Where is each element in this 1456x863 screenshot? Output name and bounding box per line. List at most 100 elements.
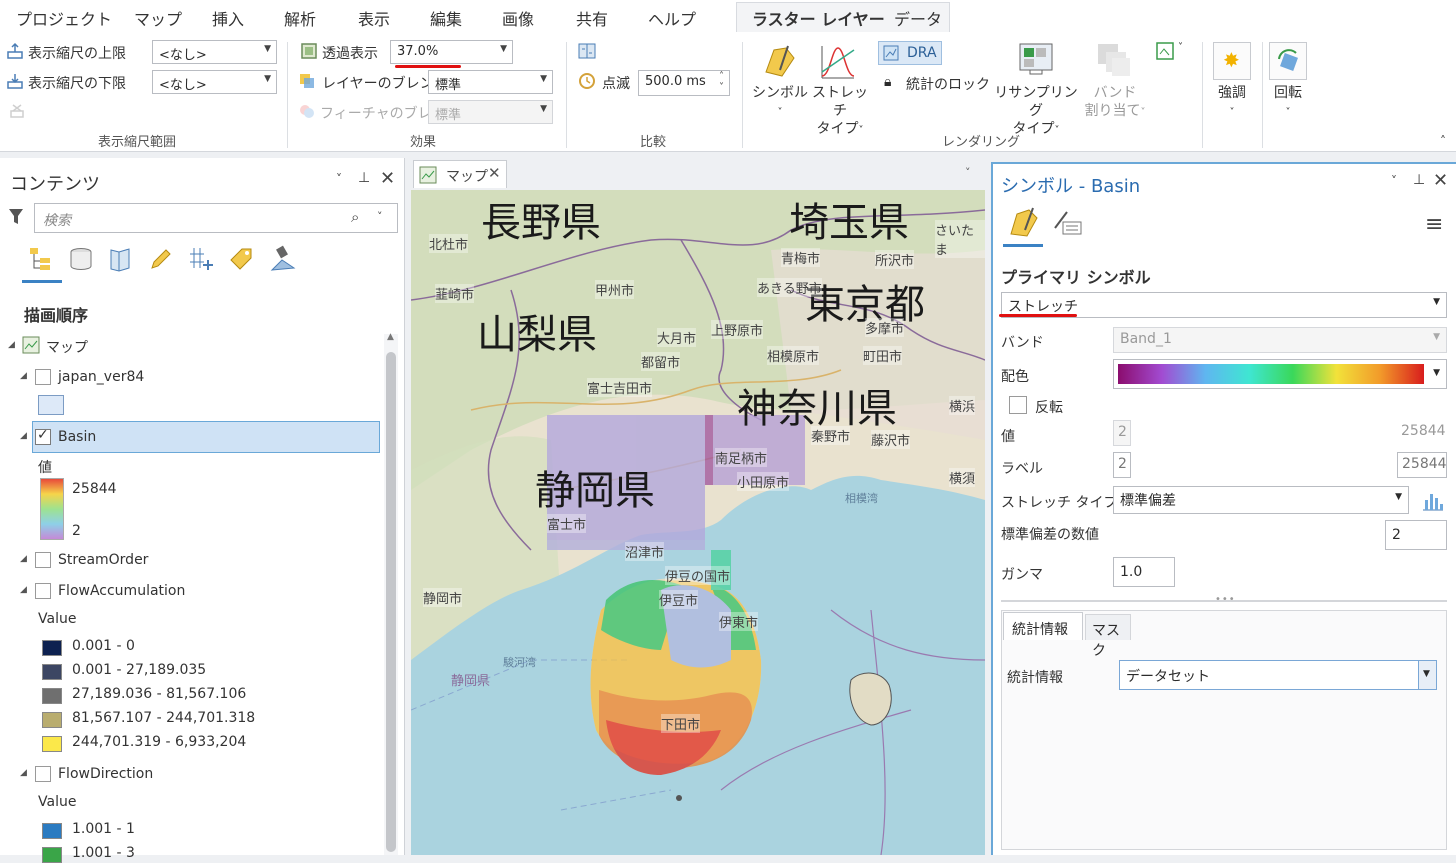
clear-scale-icon[interactable] xyxy=(8,102,26,120)
perspective-imagery-icon[interactable] xyxy=(268,244,298,274)
dropdown-button[interactable]: ▼ xyxy=(1418,661,1436,689)
primary-symbology-icon[interactable] xyxy=(1007,206,1041,238)
scale-lower-dropdown[interactable]: <なし> ▼ xyxy=(152,70,277,94)
spinner-icon[interactable]: ˄ ˅ xyxy=(719,71,724,93)
symbology-button[interactable]: シンボル ˅ xyxy=(752,84,808,122)
chevron-down-icon[interactable]: ˅ xyxy=(965,166,971,179)
flowdir-class-swatch[interactable] xyxy=(42,847,62,863)
drawing-order-icon[interactable] xyxy=(28,246,54,272)
band-dropdown[interactable]: Band_1 ▼ xyxy=(1113,327,1447,353)
flicker-interval-input[interactable]: 500.0 ms ˄ ˅ xyxy=(638,70,730,96)
editing-icon[interactable] xyxy=(148,246,174,272)
dra-button[interactable]: DRA xyxy=(878,41,942,65)
stretch-type-button[interactable]: ストレッチ タイプ˅ xyxy=(808,84,872,140)
chevron-down-icon[interactable]: ˅ xyxy=(377,210,383,223)
japan-symbol-swatch[interactable] xyxy=(38,395,64,415)
basin-color-ramp[interactable] xyxy=(40,478,64,540)
menu-imagery[interactable]: 画像 xyxy=(502,6,534,30)
collapse-icon[interactable]: ◢ xyxy=(20,768,27,778)
collapse-ribbon-icon[interactable]: ˄ xyxy=(1440,134,1446,148)
band-assign-button[interactable]: バンド 割り当て˅ xyxy=(1080,84,1150,122)
stats-lock-button[interactable]: 統計のロック xyxy=(906,74,990,94)
pane-menu-icon[interactable]: ˅ xyxy=(1391,174,1397,188)
map-node[interactable]: マップ xyxy=(46,337,88,357)
rotate-button[interactable]: 回転 ˅ xyxy=(1264,84,1312,122)
layer-flowdirection[interactable]: FlowDirection xyxy=(58,766,153,782)
gamma-input[interactable]: 1.0 xyxy=(1113,557,1175,587)
contents-search[interactable]: 検索 ⌕ ˅ xyxy=(34,203,398,233)
collapse-icon[interactable]: ◢ xyxy=(8,340,15,350)
map-tab[interactable]: マップ ✕ xyxy=(413,160,507,188)
selection-icon[interactable] xyxy=(108,246,134,272)
menu-view[interactable]: 表示 xyxy=(358,6,390,30)
menu-edit[interactable]: 編集 xyxy=(430,6,462,30)
flowacc-class-swatch[interactable] xyxy=(42,712,62,728)
menu-analysis[interactable]: 解析 xyxy=(284,6,316,30)
close-icon[interactable]: ✕ xyxy=(488,164,501,182)
label-min-field[interactable]: 2 xyxy=(1113,452,1131,478)
menu-icon[interactable]: ≡ xyxy=(1425,212,1443,237)
scrollbar-thumb[interactable] xyxy=(386,352,396,852)
flowacc-class-swatch[interactable] xyxy=(42,736,62,752)
value-min-field[interactable]: 2 xyxy=(1113,420,1131,446)
collapse-icon[interactable]: ◢ xyxy=(20,371,27,381)
flowdir-class-swatch[interactable] xyxy=(42,823,62,839)
transparency-input[interactable]: 37.0% ▼ xyxy=(390,40,513,64)
resampling-icon[interactable] xyxy=(1016,38,1056,78)
color-scheme-dropdown[interactable]: ▼ xyxy=(1113,359,1447,389)
close-icon[interactable]: ✕ xyxy=(380,168,395,189)
stretch-type-dropdown[interactable]: 標準偏差 ▼ xyxy=(1113,486,1409,514)
flowacc-class-swatch[interactable] xyxy=(42,688,62,704)
japan-visibility-checkbox[interactable] xyxy=(35,369,51,385)
scroll-up-icon[interactable]: ▲ xyxy=(387,332,394,342)
source-icon[interactable] xyxy=(68,246,94,272)
stats-dropdown[interactable]: データセット ▼ xyxy=(1119,660,1437,690)
collapse-icon[interactable]: ◢ xyxy=(20,585,27,595)
menu-map[interactable]: マップ xyxy=(134,6,182,30)
contents-scrollbar[interactable]: ▲ xyxy=(384,332,398,855)
band-assign-icon[interactable] xyxy=(1094,40,1134,80)
menu-project[interactable]: プロジェクト xyxy=(16,6,112,30)
collapse-icon[interactable]: ◢ xyxy=(20,431,27,441)
flowacc-class-swatch[interactable] xyxy=(42,664,62,680)
pin-icon[interactable]: ⊥ xyxy=(358,170,370,186)
search-icon[interactable]: ⌕ xyxy=(351,208,359,226)
splitter-grip-icon[interactable]: ••• xyxy=(1215,594,1236,605)
collapse-icon[interactable]: ◢ xyxy=(20,554,27,564)
feature-blend-dropdown[interactable]: 標準 ▼ xyxy=(428,100,553,124)
layer-flowaccumulation[interactable]: FlowAccumulation xyxy=(58,583,185,599)
invert-checkbox[interactable] xyxy=(1009,396,1027,414)
pin-icon[interactable]: ⊥ xyxy=(1413,172,1425,188)
histogram-icon[interactable] xyxy=(1421,488,1445,512)
swipe-icon[interactable] xyxy=(578,42,596,60)
stddev-input[interactable]: 2 xyxy=(1385,520,1447,550)
flicker-icon[interactable] xyxy=(578,72,596,90)
layer-streamorder[interactable]: StreamOrder xyxy=(58,552,148,568)
layer-japan[interactable]: japan_ver84 xyxy=(58,369,144,385)
streamorder-visibility-checkbox[interactable] xyxy=(35,552,51,568)
pane-menu-icon[interactable]: ˅ xyxy=(336,172,342,186)
layer-blend-dropdown[interactable]: 標準 ▼ xyxy=(428,70,553,94)
symbology-icon[interactable] xyxy=(760,42,800,82)
layer-basin[interactable]: Basin xyxy=(58,429,96,445)
stretch-type-icon[interactable] xyxy=(818,42,858,82)
flowacc-class-swatch[interactable] xyxy=(42,640,62,656)
image-properties-icon[interactable] xyxy=(1156,42,1174,60)
tab-data[interactable]: データ xyxy=(894,6,942,30)
label-max-field[interactable]: 25844 xyxy=(1397,452,1447,478)
basin-visibility-checkbox[interactable]: ✓ xyxy=(35,427,51,445)
tab-mask[interactable]: マスク xyxy=(1085,614,1131,659)
close-icon[interactable]: ✕ xyxy=(1433,170,1448,191)
value-max-field[interactable]: 25844 xyxy=(1397,420,1447,446)
scale-upper-dropdown[interactable]: <なし> ▼ xyxy=(152,40,277,64)
search-input[interactable]: 検索 xyxy=(43,210,71,230)
flowdir-visibility-checkbox[interactable] xyxy=(35,766,51,782)
filter-icon[interactable] xyxy=(8,208,24,226)
labeling-icon[interactable] xyxy=(228,246,256,272)
tab-raster-layer[interactable]: ラスター レイヤー xyxy=(752,6,885,30)
vary-symbology-icon[interactable] xyxy=(1051,208,1085,238)
menu-help[interactable]: ヘルプ xyxy=(648,6,696,30)
flowacc-visibility-checkbox[interactable] xyxy=(35,583,51,599)
snapping-icon[interactable] xyxy=(188,246,216,272)
menu-share[interactable]: 共有 xyxy=(576,6,608,30)
